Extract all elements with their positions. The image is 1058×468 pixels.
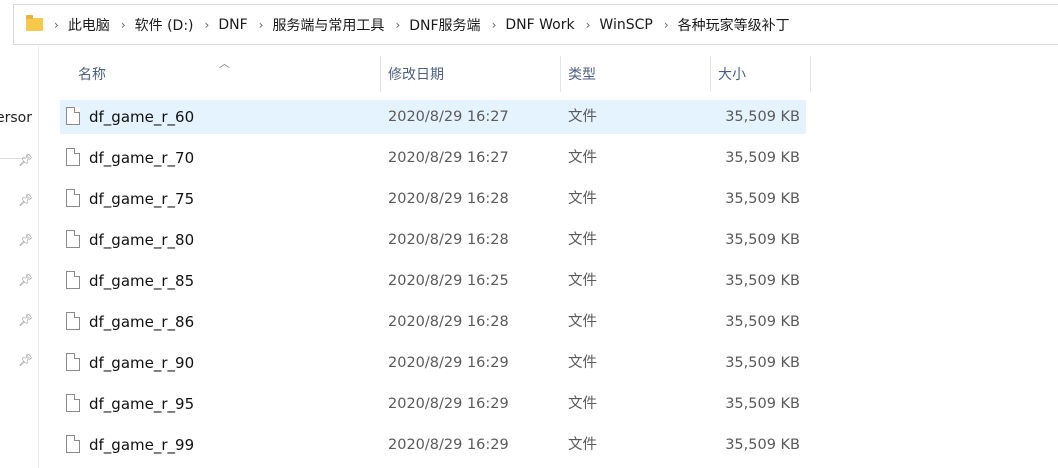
file-icon bbox=[66, 435, 80, 453]
file-name: df_game_r_90 bbox=[89, 354, 195, 372]
file-icon bbox=[66, 230, 80, 248]
file-date: 2020/8/29 16:29 bbox=[388, 355, 509, 371]
file-type: 文件 bbox=[568, 355, 597, 371]
file-size: 35,509 KB bbox=[725, 109, 800, 125]
file-type: 文件 bbox=[568, 396, 597, 412]
breadcrumb-chevron-icon[interactable]: › bbox=[205, 18, 210, 32]
pin-icon[interactable]: 📌︎ bbox=[18, 233, 33, 247]
file-name: df_game_r_86 bbox=[89, 313, 195, 331]
file-size: 35,509 KB bbox=[725, 150, 800, 166]
file-row[interactable]: df_game_r_70 2020/8/29 16:27 文件 35,509 K… bbox=[60, 141, 806, 175]
file-date: 2020/8/29 16:29 bbox=[388, 437, 509, 453]
column-separator[interactable] bbox=[560, 56, 561, 92]
file-icon bbox=[66, 312, 80, 330]
pin-icon[interactable]: 📌︎ bbox=[18, 313, 33, 327]
file-icon bbox=[66, 394, 80, 412]
breadcrumb-item[interactable]: 服务端与常用工具 bbox=[272, 15, 384, 35]
file-row[interactable]: df_game_r_85 2020/8/29 16:25 文件 35,509 K… bbox=[60, 264, 806, 298]
file-type: 文件 bbox=[568, 191, 597, 207]
file-size: 35,509 KB bbox=[725, 314, 800, 330]
breadcrumb-item[interactable]: 软件 (D:) bbox=[135, 15, 194, 35]
file-date: 2020/8/29 16:28 bbox=[388, 191, 509, 207]
column-separator[interactable] bbox=[710, 56, 711, 92]
breadcrumb-item[interactable]: WinSCP bbox=[599, 17, 652, 33]
column-header-date[interactable]: 修改日期 bbox=[388, 60, 444, 92]
breadcrumb-chevron-icon[interactable]: › bbox=[492, 18, 497, 32]
column-separator[interactable] bbox=[810, 56, 811, 92]
breadcrumb-chevron-icon[interactable]: › bbox=[54, 18, 59, 32]
file-size: 35,509 KB bbox=[725, 396, 800, 412]
file-date: 2020/8/29 16:29 bbox=[388, 396, 509, 412]
file-row[interactable]: df_game_r_75 2020/8/29 16:28 文件 35,509 K… bbox=[60, 182, 806, 216]
file-name: df_game_r_80 bbox=[89, 231, 195, 249]
file-name: df_game_r_95 bbox=[89, 395, 195, 413]
pin-icon[interactable]: 📌︎ bbox=[18, 273, 33, 287]
breadcrumb-chevron-icon[interactable]: › bbox=[395, 18, 400, 32]
nav-item-partial[interactable]: ersor bbox=[0, 110, 32, 126]
sort-ascending-icon: ︿ bbox=[219, 57, 230, 70]
file-type: 文件 bbox=[568, 273, 597, 289]
file-icon bbox=[66, 107, 80, 125]
file-name: df_game_r_70 bbox=[89, 149, 195, 167]
breadcrumb-chevron-icon[interactable]: › bbox=[586, 18, 591, 32]
file-size: 35,509 KB bbox=[725, 273, 800, 289]
breadcrumb-item[interactable]: DNF Work bbox=[505, 17, 574, 33]
file-name: df_game_r_99 bbox=[89, 436, 195, 454]
file-size: 35,509 KB bbox=[725, 437, 800, 453]
file-type: 文件 bbox=[568, 150, 597, 166]
file-row[interactable]: df_game_r_60 2020/8/29 16:27 文件 35,509 K… bbox=[60, 100, 806, 134]
file-type: 文件 bbox=[568, 314, 597, 330]
breadcrumb-item[interactable]: 各种玩家等级补丁 bbox=[678, 15, 790, 35]
file-icon bbox=[66, 189, 80, 207]
column-header-type[interactable]: 类型 bbox=[568, 60, 596, 92]
breadcrumb-item[interactable]: DNF bbox=[218, 17, 247, 33]
column-separator[interactable] bbox=[380, 56, 381, 92]
file-row[interactable]: df_game_r_95 2020/8/29 16:29 文件 35,509 K… bbox=[60, 387, 806, 421]
file-icon bbox=[66, 271, 80, 289]
file-row[interactable]: df_game_r_86 2020/8/29 16:28 文件 35,509 K… bbox=[60, 305, 806, 339]
file-date: 2020/8/29 16:27 bbox=[388, 150, 509, 166]
pin-icon[interactable]: 📌︎ bbox=[18, 353, 33, 367]
file-size: 35,509 KB bbox=[725, 232, 800, 248]
file-date: 2020/8/29 16:28 bbox=[388, 232, 509, 248]
breadcrumb-chevron-icon[interactable]: › bbox=[121, 18, 126, 32]
file-row[interactable]: df_game_r_90 2020/8/29 16:29 文件 35,509 K… bbox=[60, 346, 806, 380]
address-bar[interactable]: › 此电脑 › 软件 (D:) › DNF › 服务端与常用工具 › DNF服务端 › DNF Wor… bbox=[13, 4, 1058, 45]
file-row[interactable]: df_game_r_80 2020/8/29 16:28 文件 35,509 K… bbox=[60, 223, 806, 257]
file-type: 文件 bbox=[568, 437, 597, 453]
breadcrumb-item[interactable]: DNF服务端 bbox=[409, 15, 480, 35]
file-size: 35,509 KB bbox=[725, 191, 800, 207]
pin-icon[interactable]: 📌︎ bbox=[18, 153, 33, 167]
file-type: 文件 bbox=[568, 109, 597, 125]
file-date: 2020/8/29 16:25 bbox=[388, 273, 509, 289]
file-name: df_game_r_75 bbox=[89, 190, 195, 208]
file-icon bbox=[66, 148, 80, 166]
file-date: 2020/8/29 16:27 bbox=[388, 109, 509, 125]
breadcrumb-chevron-icon[interactable]: › bbox=[259, 18, 264, 32]
file-type: 文件 bbox=[568, 232, 597, 248]
file-date: 2020/8/29 16:28 bbox=[388, 314, 509, 330]
file-name: df_game_r_60 bbox=[89, 108, 195, 126]
file-row[interactable]: df_game_r_99 2020/8/29 16:29 文件 35,509 K… bbox=[60, 428, 806, 462]
column-header-name[interactable]: 名称 bbox=[78, 60, 106, 92]
navigation-pane: ersor 📌︎ 📌︎ 📌︎ 📌︎ 📌︎ 📌︎ bbox=[0, 46, 39, 468]
file-size: 35,509 KB bbox=[725, 355, 800, 371]
file-name: df_game_r_85 bbox=[89, 272, 195, 290]
file-icon bbox=[66, 353, 80, 371]
pin-icon[interactable]: 📌︎ bbox=[18, 193, 33, 207]
folder-icon bbox=[26, 15, 43, 31]
breadcrumb-chevron-icon[interactable]: › bbox=[664, 18, 669, 32]
column-header-size[interactable]: 大小 bbox=[718, 60, 746, 92]
breadcrumb-item[interactable]: 此电脑 bbox=[68, 15, 110, 35]
